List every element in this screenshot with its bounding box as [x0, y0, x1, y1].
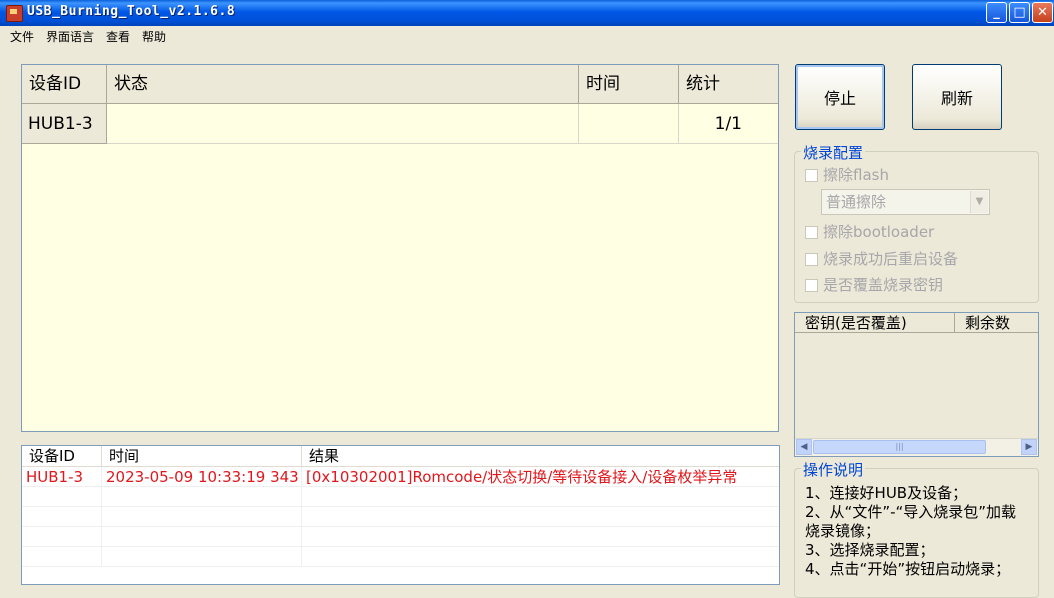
column-header-time[interactable]: 时间 [579, 65, 679, 104]
horizontal-scrollbar[interactable]: ◀ ||| ▶ [795, 438, 1038, 456]
overwrite-key-label: 是否覆盖烧录密钥 [823, 276, 944, 294]
checkbox-box[interactable] [805, 169, 818, 182]
log-row-time[interactable]: 2023-05-09 10:33:19 343 [102, 467, 302, 487]
menu-language[interactable]: 界面语言 [46, 28, 94, 45]
column-header-remaining[interactable]: 剩余数 [955, 313, 1038, 333]
checkbox-box[interactable] [805, 226, 818, 239]
maximize-button[interactable]: □ [1009, 2, 1030, 23]
log-row-result[interactable]: [0x10302001]Romcode/状态切换/等待设备接入/设备枚举异常 [302, 467, 779, 487]
erase-mode-value: 普通擦除 [826, 193, 887, 211]
menu-file[interactable]: 文件 [10, 28, 34, 45]
instruction-line: 1、连接好HUB及设备； [805, 484, 968, 502]
empty-cell [22, 527, 102, 547]
log-table[interactable]: 设备ID 时间 结果 HUB1-3 2023-05-09 10:33:19 34… [21, 445, 780, 585]
erase-flash-checkbox[interactable]: 擦除flash [805, 164, 889, 185]
empty-cell [302, 507, 779, 527]
column-header-key[interactable]: 密钥(是否覆盖) [795, 313, 955, 333]
device-table[interactable]: 设备ID 状态 时间 统计 HUB1-3 1/1 [21, 64, 779, 432]
reboot-after-label: 烧录成功后重启设备 [823, 250, 959, 268]
erase-bootloader-checkbox[interactable]: 擦除bootloader [805, 221, 934, 242]
instruction-line: 烧录镜像； [805, 522, 881, 540]
erase-flash-label: 擦除flash [823, 166, 889, 184]
reboot-after-checkbox[interactable]: 烧录成功后重启设备 [805, 248, 958, 269]
column-header-status[interactable]: 状态 [107, 65, 579, 104]
scrollbar-thumb[interactable]: ||| [813, 440, 986, 454]
app-icon [6, 5, 23, 22]
log-header-time[interactable]: 时间 [102, 446, 302, 467]
maximize-icon: □ [1013, 5, 1026, 20]
scroll-left-icon[interactable]: ◀ [796, 439, 812, 455]
empty-cell [102, 487, 302, 507]
key-list[interactable]: 密钥(是否覆盖) 剩余数 ◀ ||| ▶ [794, 312, 1039, 457]
device-row-id[interactable]: HUB1-3 [22, 104, 107, 144]
empty-cell [302, 487, 779, 507]
instructions-text: 1、连接好HUB及设备； 2、从“文件”-“导入烧录包”加载 烧录镜像； 3、选… [805, 484, 1037, 579]
minimize-button[interactable]: _ [986, 2, 1007, 23]
device-row-status[interactable] [107, 104, 579, 144]
empty-cell [102, 547, 302, 567]
empty-cell [22, 547, 102, 567]
scroll-right-icon[interactable]: ▶ [1021, 439, 1037, 455]
empty-cell [102, 507, 302, 527]
empty-cell [302, 547, 779, 567]
checkbox-box[interactable] [805, 253, 818, 266]
window-title: USB_Burning_Tool_v2.1.6.8 [27, 4, 236, 19]
overwrite-key-checkbox[interactable]: 是否覆盖烧录密钥 [805, 274, 943, 295]
instruction-line: 4、点击“开始”按钮启动烧录； [805, 560, 1011, 578]
close-icon: ✕ [1037, 5, 1048, 20]
menu-view[interactable]: 查看 [106, 28, 130, 45]
chevron-down-icon[interactable]: ▼ [970, 191, 988, 213]
erase-bootloader-label: 擦除bootloader [823, 223, 935, 241]
log-row-device-id[interactable]: HUB1-3 [22, 467, 102, 487]
empty-cell [22, 507, 102, 527]
log-header-device-id[interactable]: 设备ID [22, 446, 102, 467]
instruction-line: 3、选择烧录配置； [805, 541, 935, 559]
column-header-stats[interactable]: 统计 [679, 65, 778, 104]
instruction-line: 2、从“文件”-“导入烧录包”加载 [805, 503, 1017, 521]
empty-cell [102, 527, 302, 547]
column-header-device-id[interactable]: 设备ID [22, 65, 107, 104]
empty-cell [302, 527, 779, 547]
stop-button[interactable]: 停止 [795, 64, 885, 130]
menu-help[interactable]: 帮助 [142, 28, 166, 45]
burn-config-title: 烧录配置 [801, 142, 866, 163]
checkbox-box[interactable] [805, 279, 818, 292]
title-bar[interactable]: USB_Burning_Tool_v2.1.6.8 _ □ ✕ [0, 0, 1054, 26]
empty-cell [22, 487, 102, 507]
device-row-stats[interactable]: 1/1 [679, 104, 778, 144]
log-header-result[interactable]: 结果 [302, 446, 779, 467]
device-row-time[interactable] [579, 104, 679, 144]
close-button[interactable]: ✕ [1032, 2, 1053, 23]
instructions-title: 操作说明 [801, 459, 866, 480]
menu-bar: 文件 界面语言 查看 帮助 [0, 26, 1054, 46]
refresh-button[interactable]: 刷新 [912, 64, 1002, 130]
erase-mode-select[interactable]: 普通擦除 ▼ [821, 189, 990, 215]
minimize-icon: _ [993, 5, 1000, 20]
